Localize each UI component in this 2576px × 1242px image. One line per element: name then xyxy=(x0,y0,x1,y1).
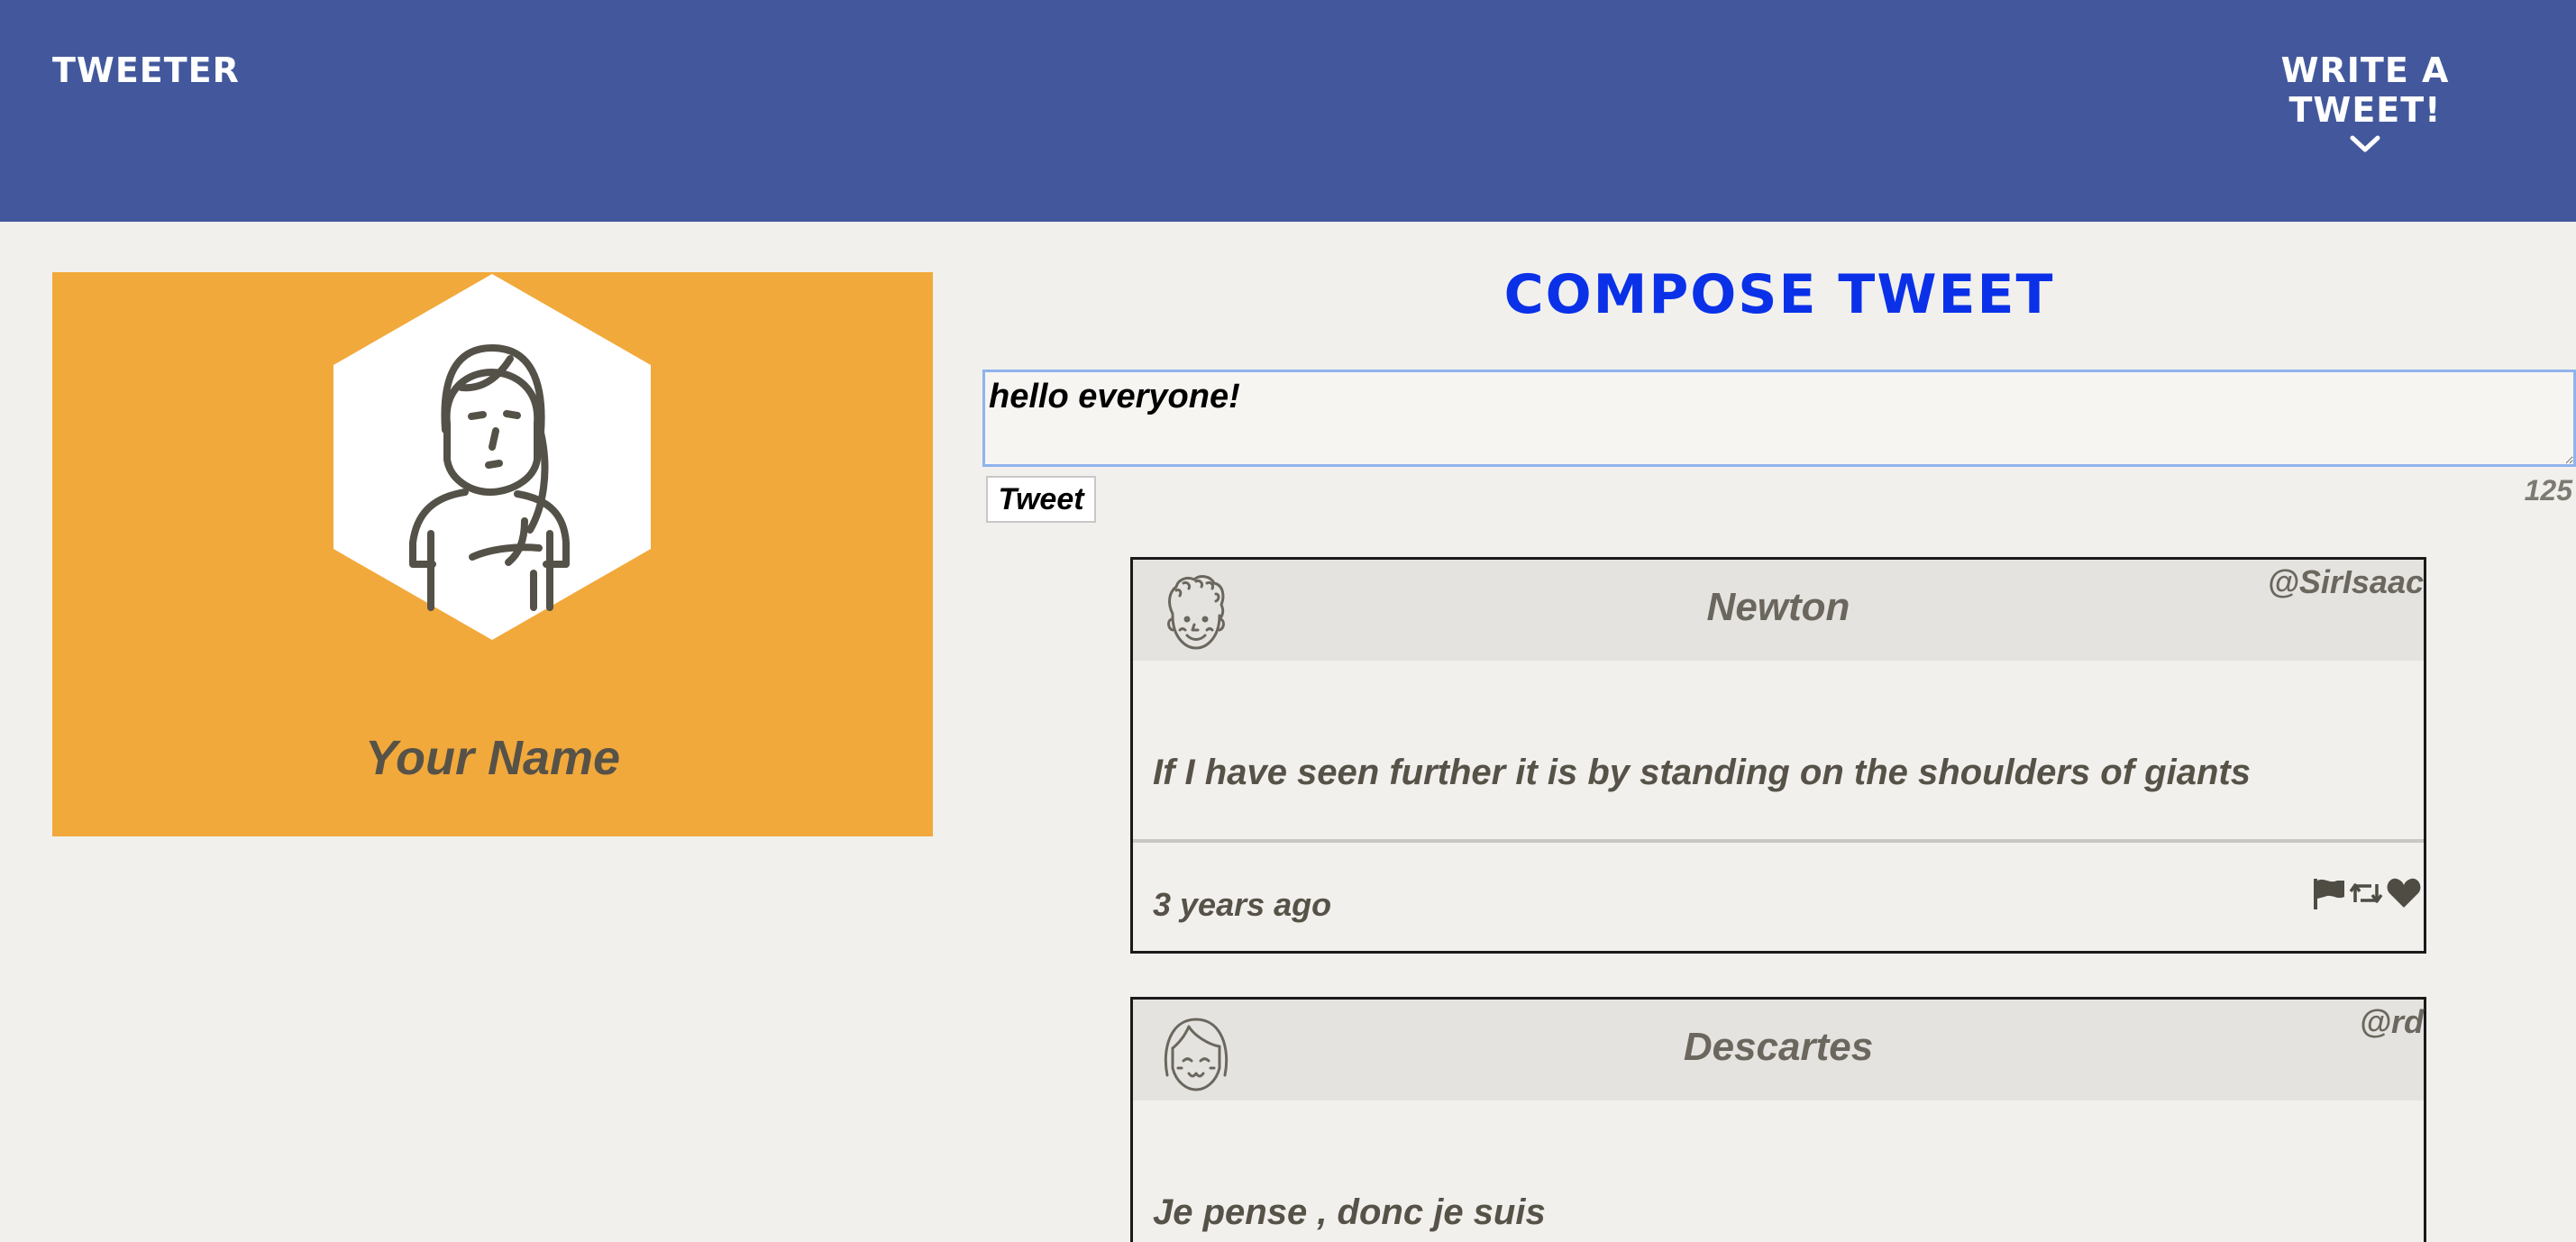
compose-title: Compose Tweet xyxy=(1503,263,2055,326)
tweet-body: If I have seen further it is by standing… xyxy=(1133,661,2424,843)
tweet-card: Descartes @rd Je pense , donc je suis xyxy=(1130,997,2426,1242)
write-tweet-toggle[interactable]: Write a tweet! xyxy=(2212,50,2518,155)
girl-avatar-icon xyxy=(333,274,651,640)
tweet-card: Newton @SirIsaac If I have seen further … xyxy=(1130,557,2426,954)
chevron-down-icon[interactable] xyxy=(2347,133,2383,155)
tweet-actions xyxy=(2310,875,2422,911)
tweet-author: Newton xyxy=(1706,585,1850,629)
profile-card: Your Name xyxy=(52,272,933,836)
top-nav: Tweeter Write a tweet! xyxy=(0,0,2576,222)
tweet-footer: 3 years ago xyxy=(1133,843,2424,951)
tweet-author: Descartes xyxy=(1683,1025,1874,1069)
tweet-body: Je pense , donc je suis xyxy=(1133,1100,2424,1242)
flag-icon[interactable] xyxy=(2310,875,2346,911)
tweet-timestamp: 3 years ago xyxy=(1153,886,1332,923)
profile-name: Your Name xyxy=(364,731,621,785)
tweet-input[interactable]: hello everyone! xyxy=(982,370,2576,467)
tweet-header: Newton @SirIsaac xyxy=(1133,560,2424,661)
tweet-handle[interactable]: @rd xyxy=(2360,1003,2424,1041)
tweet-handle[interactable]: @SirIsaac xyxy=(2268,563,2424,601)
retweet-icon[interactable] xyxy=(2348,875,2384,911)
tweet-text: Je pense , donc je suis xyxy=(1153,1192,1546,1232)
heart-icon[interactable] xyxy=(2386,875,2422,911)
tweet-header: Descartes @rd xyxy=(1133,1000,2424,1100)
tweet-button[interactable]: Tweet xyxy=(986,476,1096,523)
tweet-text: If I have seen further it is by standing… xyxy=(1153,753,2251,792)
write-tweet-label[interactable]: Write a tweet! xyxy=(2212,50,2518,130)
brand-logo[interactable]: Tweeter xyxy=(52,50,240,90)
char-counter: 125 xyxy=(2524,474,2572,507)
